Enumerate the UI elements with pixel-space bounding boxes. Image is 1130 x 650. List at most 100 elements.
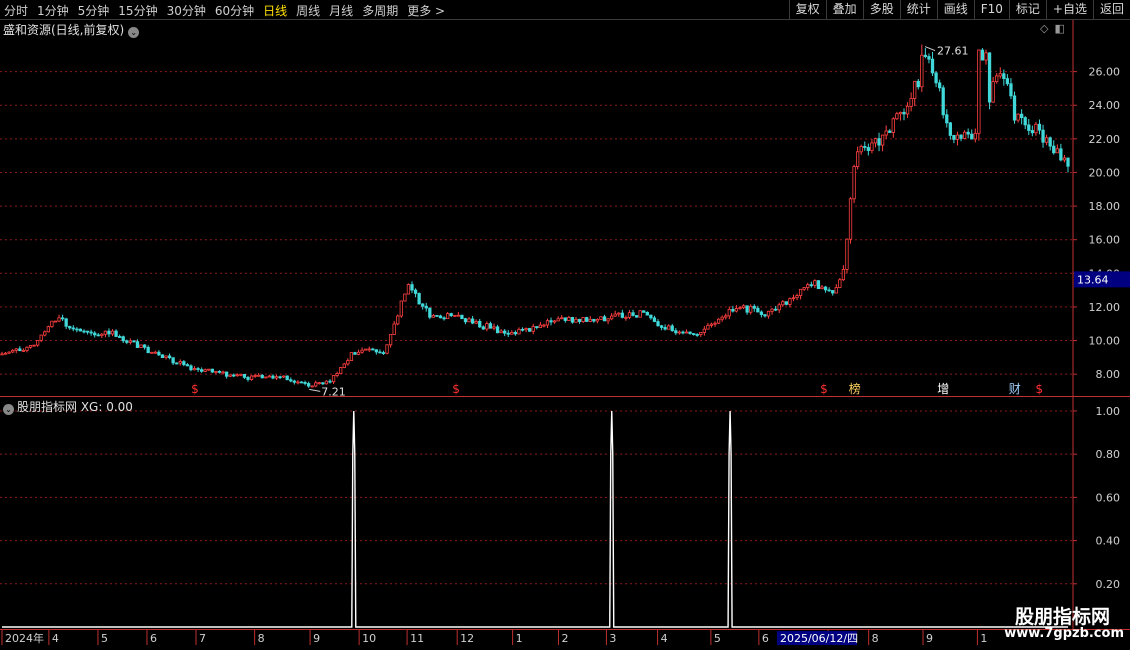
main-tick-label-7: 22.00 bbox=[1089, 133, 1121, 146]
event-marker-5: 财 bbox=[1009, 382, 1021, 396]
candle-body bbox=[973, 132, 977, 140]
candle-body bbox=[567, 317, 571, 321]
time-label-14: 5 bbox=[714, 632, 721, 645]
event-marker-0: $ bbox=[191, 382, 199, 396]
candle-body bbox=[71, 327, 75, 330]
axis-layer: 8.0010.0012.0014.0016.0018.0020.0022.002… bbox=[0, 20, 1130, 645]
candle-body bbox=[602, 316, 607, 322]
candle-body bbox=[89, 331, 93, 334]
event-marker-1: $ bbox=[452, 382, 460, 396]
candle-body bbox=[938, 82, 942, 89]
candle-body bbox=[831, 290, 835, 294]
candle-body bbox=[620, 312, 624, 318]
candle-body bbox=[306, 383, 311, 387]
candle-body bbox=[563, 317, 567, 321]
diamond-icon[interactable]: ◇ bbox=[1040, 22, 1048, 35]
candle-body bbox=[634, 315, 639, 318]
time-label-6: 9 bbox=[313, 632, 320, 645]
candle-body bbox=[360, 349, 364, 353]
candle-body bbox=[224, 371, 229, 377]
candle-body bbox=[902, 111, 906, 115]
candle-body bbox=[25, 346, 29, 351]
candle-body bbox=[852, 166, 856, 200]
candle-body bbox=[934, 72, 938, 84]
candle-body bbox=[763, 314, 767, 317]
candle-body bbox=[574, 318, 578, 323]
candle-body bbox=[927, 56, 931, 60]
candle-body bbox=[125, 340, 129, 343]
candle-body bbox=[624, 316, 628, 319]
candle-body bbox=[713, 322, 717, 325]
candle-body bbox=[966, 131, 970, 135]
candle-body bbox=[777, 304, 781, 311]
candle-body bbox=[980, 49, 985, 61]
main-tick-label-8: 24.00 bbox=[1089, 99, 1121, 112]
candle-body bbox=[888, 130, 892, 133]
candle-body bbox=[299, 381, 304, 384]
candle-body bbox=[1052, 145, 1056, 154]
candle-body bbox=[645, 311, 649, 316]
time-label-19: 1 bbox=[980, 632, 987, 645]
candle-body bbox=[435, 315, 439, 317]
candle-body bbox=[684, 331, 689, 334]
candle-body bbox=[289, 379, 293, 382]
chevron-down-icon[interactable]: ⌄ bbox=[3, 404, 14, 415]
main-panel-title[interactable]: 盛和资源(日线,前复权) ⌄ bbox=[3, 21, 140, 38]
candle-body bbox=[82, 330, 86, 333]
candle-body bbox=[827, 289, 831, 292]
candle-body bbox=[649, 314, 653, 319]
candle-body bbox=[734, 308, 739, 312]
candle-body bbox=[977, 49, 981, 134]
candle-body bbox=[453, 314, 457, 317]
candle-body bbox=[870, 142, 874, 151]
candle-body bbox=[39, 334, 43, 341]
candle-body bbox=[413, 289, 418, 294]
candle-body bbox=[692, 333, 696, 335]
candle-body bbox=[14, 348, 18, 351]
candle-body bbox=[185, 364, 190, 367]
candle-body bbox=[285, 375, 289, 381]
candle-body bbox=[859, 146, 863, 153]
candle-layer bbox=[0, 44, 1070, 388]
candle-body bbox=[663, 327, 667, 330]
candle-body bbox=[970, 133, 974, 140]
sub-panel-title[interactable]: ⌄ 股朋指标网 XG: 0.00 bbox=[3, 398, 133, 415]
candle-body bbox=[374, 349, 378, 353]
panel-toggle-icon[interactable]: ◧ bbox=[1054, 22, 1064, 35]
time-label-1: 4 bbox=[52, 632, 59, 645]
candle-body bbox=[834, 287, 838, 294]
candle-body bbox=[731, 308, 735, 312]
candle-body bbox=[118, 336, 122, 338]
sub-tick-label-3: 0.80 bbox=[1096, 448, 1121, 461]
candle-body bbox=[388, 334, 393, 346]
candle-body bbox=[667, 325, 671, 330]
candle-body bbox=[467, 318, 471, 323]
candle-body bbox=[962, 131, 967, 139]
candle-body bbox=[991, 81, 995, 103]
candle-body bbox=[595, 319, 600, 322]
candle-body bbox=[759, 311, 764, 315]
candle-body bbox=[798, 288, 803, 297]
chevron-down-icon[interactable]: ⌄ bbox=[128, 27, 140, 38]
candle-body bbox=[741, 305, 746, 309]
candle-body bbox=[503, 330, 507, 334]
candle-body bbox=[838, 279, 842, 289]
logo-line2: www.7gpzb.com bbox=[1004, 626, 1124, 641]
candle-body bbox=[916, 80, 920, 88]
candle-body bbox=[688, 331, 692, 334]
candle-body bbox=[456, 314, 460, 317]
chart-canvas[interactable]: 8.0010.0012.0014.0016.0018.0020.0022.002… bbox=[0, 0, 1130, 650]
cursor-date-label: 2025/06/12/四 bbox=[780, 632, 858, 645]
candle-body bbox=[570, 317, 575, 323]
candle-body bbox=[848, 198, 853, 240]
candle-body bbox=[392, 323, 396, 335]
candle-body bbox=[948, 122, 952, 136]
candle-body bbox=[652, 317, 657, 322]
candle-body bbox=[406, 284, 411, 295]
indicator-layer bbox=[2, 410, 1068, 628]
candle-body bbox=[528, 328, 532, 332]
candle-body bbox=[403, 293, 407, 302]
candle-body bbox=[863, 146, 867, 148]
event-marker-3: 榜 bbox=[849, 381, 861, 396]
candle-body bbox=[556, 318, 560, 322]
